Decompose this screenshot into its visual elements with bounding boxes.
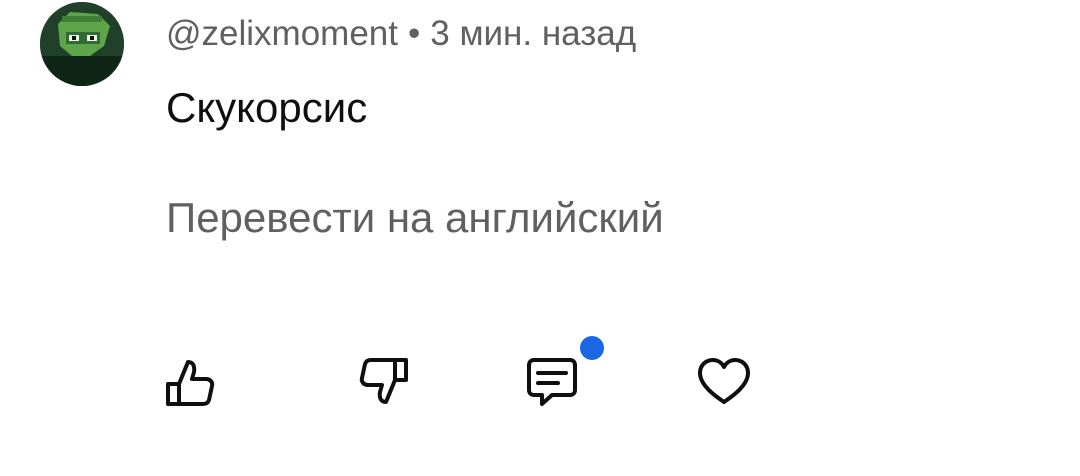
avatar[interactable]: [40, 2, 124, 86]
like-button[interactable]: [160, 352, 220, 412]
comment-text: Скукорсис: [166, 84, 368, 131]
heart-button[interactable]: [694, 352, 754, 412]
dislike-button[interactable]: [354, 352, 414, 412]
thumbs-down-icon: [359, 358, 408, 404]
comment-bubble-icon: [527, 358, 577, 406]
translate-button[interactable]: Перевести на английский: [166, 192, 664, 244]
timestamp: 3 мин. назад: [430, 14, 637, 53]
comment-header: @zelixmoment • 3 мин. назад: [166, 12, 636, 56]
author-handle[interactable]: @zelixmoment: [166, 14, 398, 53]
avatar-image: [40, 2, 124, 86]
thumbs-up-icon: [166, 360, 215, 406]
notification-dot: [580, 336, 604, 360]
heart-icon: [698, 358, 750, 404]
reply-button[interactable]: [522, 352, 582, 412]
separator-dot: •: [407, 14, 421, 53]
